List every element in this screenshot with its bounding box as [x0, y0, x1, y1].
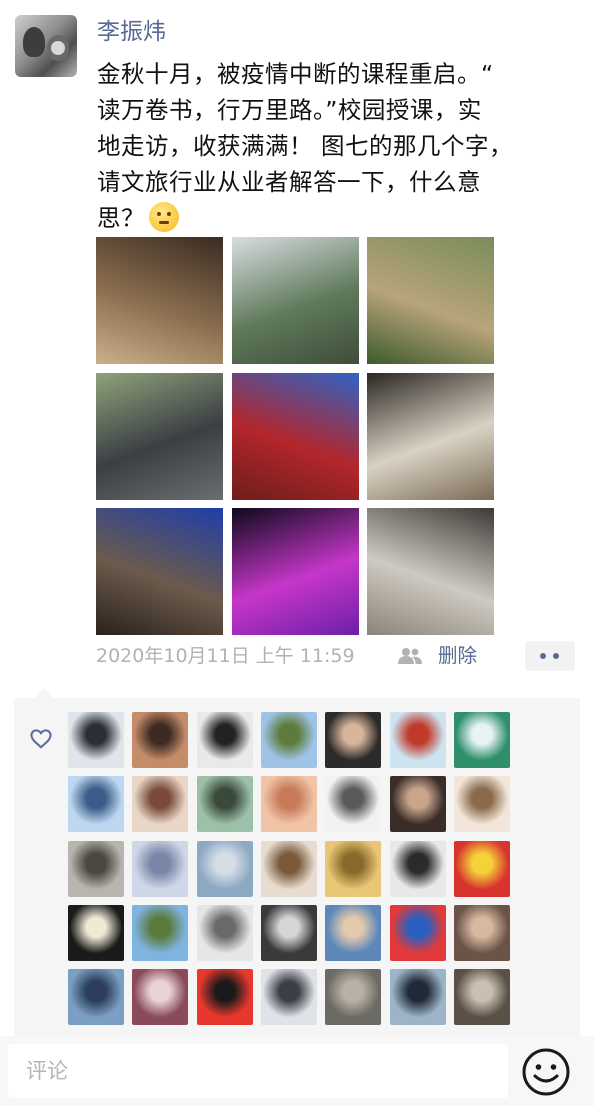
poster-name[interactable]: 李振炜 — [97, 16, 166, 48]
liker-avatar-34[interactable] — [389, 969, 446, 1026]
post-text-line: 思？ — [97, 204, 145, 232]
liker-avatar-15[interactable] — [68, 840, 124, 897]
post-text-line: 地走访，收获满满！ 图七的那几个字， — [97, 132, 513, 160]
liker-avatar-6[interactable] — [389, 712, 446, 768]
liker-avatar-27[interactable] — [389, 904, 446, 961]
liker-avatar-14[interactable] — [453, 776, 510, 833]
liker-avatar-12[interactable] — [325, 776, 382, 833]
liker-avatar-26[interactable] — [325, 904, 382, 961]
photo-study-room[interactable] — [96, 237, 223, 364]
photo-stone-screen[interactable] — [367, 508, 494, 635]
photo-planting-tree[interactable] — [367, 237, 494, 364]
liker-avatar-21[interactable] — [453, 840, 510, 897]
avatar-figure-left — [23, 27, 45, 57]
liker-avatar-18[interactable] — [260, 840, 317, 897]
liker-avatar-10[interactable] — [196, 776, 253, 833]
liker-avatar-16[interactable] — [132, 840, 189, 897]
liker-avatar-24[interactable] — [196, 904, 253, 961]
more-button[interactable] — [525, 641, 575, 671]
thinking-face-icon — [149, 202, 179, 232]
liker-avatar-25[interactable] — [260, 904, 317, 961]
liker-avatar-17[interactable] — [196, 840, 253, 897]
poster-avatar[interactable] — [15, 15, 77, 77]
photo-grid — [96, 237, 494, 635]
liker-avatar-4[interactable] — [260, 712, 317, 768]
liker-avatar-8[interactable] — [68, 776, 124, 833]
smiley-face-icon[interactable] — [520, 1046, 572, 1098]
liker-avatar-23[interactable] — [132, 904, 189, 961]
liker-avatar-19[interactable] — [325, 840, 382, 897]
liker-avatar-13[interactable] — [389, 776, 446, 833]
comment-bar — [0, 1036, 594, 1106]
liker-avatar-28[interactable] — [453, 904, 510, 961]
photo-meeting-table[interactable] — [367, 372, 494, 500]
post-text: 金秋十月，被疫情中断的课程重启。“ 读万卷书，行万里路。”校园授课，实 地走访，… — [97, 56, 557, 236]
post-text-last-line: 思？ — [97, 200, 557, 236]
post-text-line: 金秋十月，被疫情中断的课程重启。“ — [97, 60, 494, 88]
liker-avatar-32[interactable] — [260, 969, 317, 1026]
more-dot-icon — [553, 653, 559, 659]
avatar-face — [51, 41, 65, 55]
photo-night-stage[interactable] — [231, 508, 359, 635]
photo-group-courtyard[interactable] — [96, 372, 223, 500]
photo-old-gate[interactable] — [96, 508, 223, 635]
post-text-line: 请文旅行业从业者解答一下，什么意 — [97, 168, 481, 196]
liker-avatar-1[interactable] — [68, 712, 124, 768]
liker-avatar-11[interactable] — [260, 776, 317, 833]
comment-input[interactable] — [8, 1044, 508, 1098]
liker-avatar-31[interactable] — [196, 969, 253, 1026]
liker-avatar-5[interactable] — [325, 712, 382, 768]
liker-avatar-22[interactable] — [68, 904, 124, 961]
people-icon — [398, 648, 422, 664]
liker-avatar-20[interactable] — [389, 840, 446, 897]
more-dot-icon — [540, 653, 546, 659]
post-text-line: 读万卷书，行万里路。”校园授课，实 — [97, 96, 482, 124]
likes-panel — [14, 688, 580, 1036]
post-timestamp: 2020年10月11日 上午 11:59 — [96, 645, 355, 667]
heart-outline-icon — [30, 729, 52, 749]
photo-red-pavilion[interactable] — [231, 372, 359, 500]
photo-mountain-village[interactable] — [231, 237, 359, 364]
delete-link[interactable]: 删除 — [438, 642, 477, 670]
liker-avatar-9[interactable] — [132, 776, 189, 833]
liker-avatar-29[interactable] — [68, 969, 124, 1026]
liker-avatar-7[interactable] — [453, 712, 510, 768]
liker-avatar-3[interactable] — [196, 712, 253, 768]
liker-avatar-33[interactable] — [325, 969, 382, 1026]
liker-avatar-35[interactable] — [453, 969, 510, 1026]
liker-avatar-2[interactable] — [132, 712, 189, 768]
liker-avatar-30[interactable] — [132, 969, 189, 1026]
